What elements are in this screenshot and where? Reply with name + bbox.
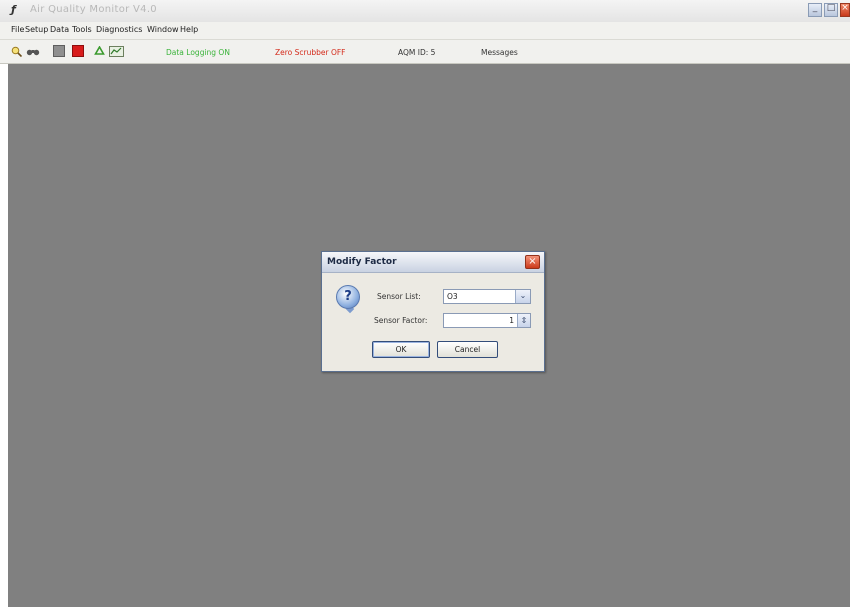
zero-scrubber-status: Zero Scrubber OFF [275, 48, 346, 57]
toolbar: Data Logging ON Zero Scrubber OFF AQM ID… [0, 40, 850, 64]
cancel-button[interactable]: Cancel [437, 341, 498, 358]
chevron-down-icon[interactable]: ⌄ [515, 290, 530, 303]
menu-data[interactable]: Data [50, 25, 69, 34]
messages-label[interactable]: Messages [481, 48, 518, 57]
data-logging-status: Data Logging ON [166, 48, 230, 57]
spinner-arrows-icon[interactable]: ⇕ [517, 314, 530, 327]
feather-icon: ƒ [11, 3, 16, 16]
sensor-factor-value[interactable]: 1 [509, 316, 514, 325]
dialog-close-button[interactable]: × [525, 255, 540, 269]
recycle-icon[interactable] [94, 46, 105, 57]
title-bar[interactable]: ƒ Air Quality Monitor V4.0 _ □ × [0, 0, 850, 22]
sensor-list-label: Sensor List: [377, 292, 421, 301]
close-icon: × [841, 3, 849, 13]
close-icon: × [528, 256, 537, 267]
close-button[interactable]: × [840, 3, 850, 17]
menu-bar: File Setup Data Tools Diagnostics Window… [0, 22, 850, 40]
menu-tools[interactable]: Tools [72, 25, 92, 34]
red-square-icon[interactable] [72, 45, 84, 57]
minimize-icon: _ [812, 3, 818, 13]
menu-file[interactable]: File [11, 25, 24, 34]
menu-setup[interactable]: Setup [25, 25, 48, 34]
minimize-button[interactable]: _ [808, 3, 822, 17]
window-title: Air Quality Monitor V4.0 [30, 4, 157, 15]
menu-diagnostics[interactable]: Diagnostics [96, 25, 142, 34]
question-icon: ? [336, 285, 360, 309]
app-window: ƒ Air Quality Monitor V4.0 _ □ × File Se… [0, 0, 850, 607]
modify-factor-dialog: Modify Factor × ? Sensor List: O3 ⌄ Sens… [321, 251, 545, 372]
dialog-title-bar[interactable]: Modify Factor × [322, 252, 544, 273]
sensor-list-select[interactable]: O3 ⌄ [443, 289, 531, 304]
dialog-title: Modify Factor [327, 257, 397, 267]
chart-icon[interactable] [109, 46, 124, 57]
menu-help[interactable]: Help [180, 25, 198, 34]
ok-button[interactable]: OK [372, 341, 430, 358]
maximize-button[interactable]: □ [824, 3, 838, 17]
grey-square-icon[interactable] [53, 45, 65, 57]
binoculars-icon[interactable] [26, 46, 40, 57]
maximize-icon: □ [826, 3, 836, 13]
sensor-list-value: O3 [447, 292, 458, 301]
sensor-factor-label: Sensor Factor: [374, 316, 428, 325]
menu-window[interactable]: Window [147, 25, 179, 34]
aqm-id-status: AQM ID: 5 [398, 48, 436, 57]
search-icon[interactable] [11, 46, 22, 57]
sensor-factor-spinner[interactable]: 1 ⇕ [443, 313, 531, 328]
